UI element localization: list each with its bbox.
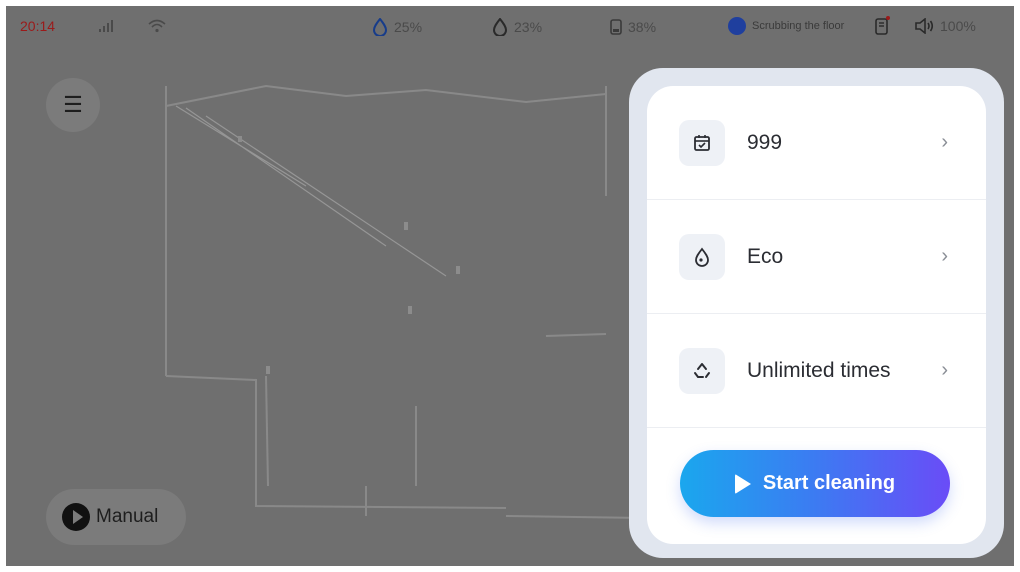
task-text: Scrubbing the floor: [752, 20, 845, 32]
dirty-water-status: 23%: [492, 18, 542, 36]
battery-icon: [610, 19, 622, 35]
dirty-water-value: 23%: [514, 19, 543, 35]
chevron-right-icon: ›: [941, 245, 948, 267]
cleaning-settings-panel: 999 › Eco › Unlimited times › Start clea…: [647, 86, 986, 544]
steering-icon: [62, 503, 90, 531]
volume-status: 100%: [914, 18, 976, 34]
chevron-right-icon: ›: [941, 131, 948, 153]
repeat-label: Unlimited times: [747, 358, 891, 382]
calendar-check-icon: [679, 119, 725, 166]
mode-label: Eco: [747, 244, 784, 268]
clean-water-value: 25%: [394, 19, 423, 35]
hamburger-icon: ☰: [63, 92, 83, 117]
clock: 20:14: [20, 18, 55, 34]
wifi-icon: [148, 19, 166, 33]
repeat-times-row[interactable]: Unlimited times ›: [647, 314, 986, 428]
suction-mode-row[interactable]: Eco ›: [647, 200, 986, 314]
time-text: 20:14: [20, 18, 56, 34]
chevron-right-icon: ›: [941, 359, 948, 381]
manual-button[interactable]: Manual: [46, 489, 186, 545]
start-cleaning-button[interactable]: Start cleaning: [680, 450, 950, 517]
signal-icon: [98, 20, 116, 32]
water-drop-icon: [372, 18, 388, 36]
dirty-water-drop-icon: [492, 18, 508, 36]
clean-water-status: 25%: [372, 18, 422, 36]
play-icon: [734, 473, 751, 494]
water-drop-icon: [679, 233, 725, 280]
recycle-icon: [679, 347, 725, 394]
speaker-icon: [915, 18, 934, 34]
status-bar: 20:14 25% 23% 38% Scrubbing the floor 10…: [6, 6, 1014, 46]
battery-value: 38%: [628, 18, 657, 35]
volume-value: 100%: [940, 18, 976, 34]
task-status: Scrubbing the floor: [728, 17, 844, 35]
notification-icon[interactable]: [874, 16, 890, 36]
battery-status: 38%: [610, 18, 656, 35]
task-indicator-icon: [728, 17, 746, 35]
schedule-row[interactable]: 999 ›: [647, 86, 986, 200]
schedule-label: 999: [747, 130, 783, 154]
start-cleaning-label: Start cleaning: [762, 472, 896, 494]
menu-button[interactable]: ☰: [46, 78, 100, 132]
manual-label: Manual: [96, 506, 159, 527]
